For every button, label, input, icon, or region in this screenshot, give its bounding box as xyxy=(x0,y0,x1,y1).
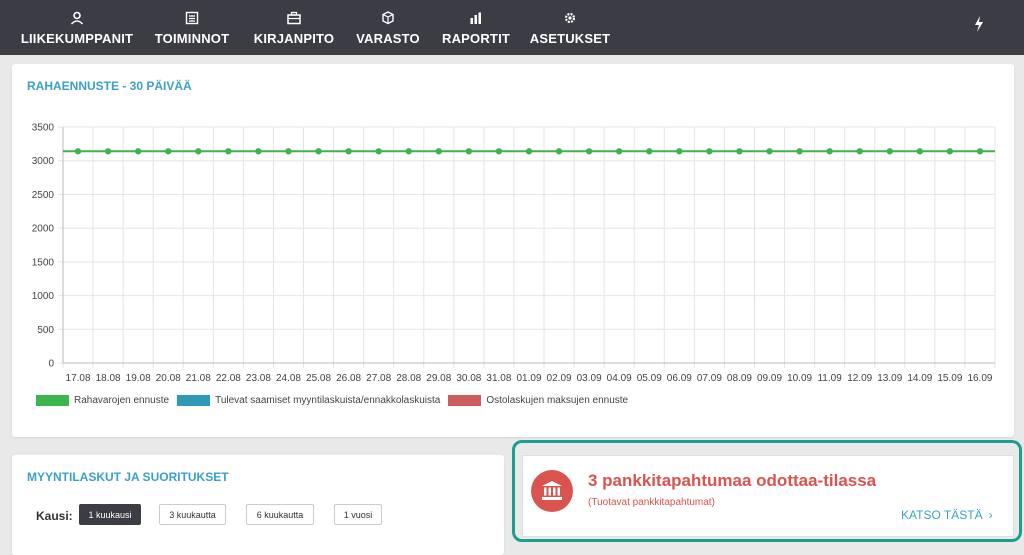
x-tick-label: 12.09 xyxy=(847,373,872,384)
x-tick-label: 30.08 xyxy=(456,373,481,384)
legend-item[interactable]: Tulevat saamiset myyntilaskuista/ennakko… xyxy=(177,395,440,406)
data-point xyxy=(706,148,713,155)
x-tick-label: 05.09 xyxy=(637,373,662,384)
x-tick-label: 25.08 xyxy=(306,373,331,384)
y-tick-label: 2000 xyxy=(32,224,55,235)
see-here-link[interactable]: KATSO TÄSTÄ › xyxy=(901,508,993,522)
legend-swatch-cash xyxy=(36,395,69,406)
x-tick-label: 29.08 xyxy=(426,373,451,384)
see-here-label: KATSO TÄSTÄ xyxy=(901,508,983,522)
chevron-right-icon: › xyxy=(988,508,993,522)
x-tick-label: 01.09 xyxy=(516,373,541,384)
data-point xyxy=(615,148,623,155)
x-tick-label: 14.09 xyxy=(907,373,932,384)
y-tick-label: 3500 xyxy=(32,123,55,134)
x-tick-label: 24.08 xyxy=(276,373,301,384)
period-3-months-button[interactable]: 3 kuukautta xyxy=(159,504,226,525)
x-tick-label: 11.09 xyxy=(817,373,842,384)
x-tick-label: 19.08 xyxy=(126,373,151,384)
x-tick-label: 27.08 xyxy=(366,373,391,384)
legend-label: Ostolaskujen maksujen ennuste xyxy=(486,395,629,406)
period-1-month-button[interactable]: 1 kuukausi xyxy=(79,504,141,525)
data-point xyxy=(165,148,172,155)
y-tick-label: 0 xyxy=(48,359,54,370)
notice-subtitle: (Tuotavat pankkitapahtumat) xyxy=(588,497,715,508)
data-point xyxy=(646,148,653,155)
x-tick-label: 08.09 xyxy=(727,373,752,384)
legend-label: Tulevat saamiset myyntilaskuista/ennakko… xyxy=(215,395,441,406)
x-tick-label: 28.08 xyxy=(396,373,421,384)
x-tick-label: 15.09 xyxy=(937,373,962,384)
data-point xyxy=(255,148,262,155)
data-point xyxy=(495,148,503,155)
x-tick-label: 13.09 xyxy=(877,373,902,384)
data-point xyxy=(555,148,563,155)
data-point xyxy=(315,148,322,155)
x-tick-label: 07.09 xyxy=(697,373,722,384)
notice-title: 3 pankkitapahtumaa odottaa-tilassa xyxy=(588,471,877,490)
data-point xyxy=(946,148,954,155)
x-tick-label: 06.09 xyxy=(667,373,692,384)
x-tick-label: 09.09 xyxy=(757,373,782,384)
x-tick-label: 18.08 xyxy=(96,373,121,384)
x-tick-label: 31.08 xyxy=(486,373,511,384)
legend-swatch-receivables xyxy=(177,395,211,406)
x-tick-label: 26.08 xyxy=(336,373,361,384)
x-tick-label: 17.08 xyxy=(66,373,91,384)
legend-label: Rahavarojen ennuste xyxy=(74,395,170,406)
data-point xyxy=(465,148,473,155)
legend-item[interactable]: Rahavarojen ennuste xyxy=(36,395,169,406)
x-tick-label: 21.08 xyxy=(186,373,211,384)
data-point xyxy=(74,148,82,155)
x-tick-label: 03.09 xyxy=(577,373,602,384)
sales-title: MYYNTILASKUT JA SUORITUKSET xyxy=(27,470,229,484)
bank-notice-card xyxy=(522,455,1014,537)
data-point xyxy=(886,148,893,155)
data-point xyxy=(826,148,833,155)
y-tick-label: 500 xyxy=(37,325,54,336)
data-point xyxy=(976,148,984,155)
data-point xyxy=(916,148,924,155)
data-point xyxy=(375,148,382,155)
data-point xyxy=(435,148,443,155)
x-tick-label: 04.09 xyxy=(607,373,632,384)
period-label: Kausi: xyxy=(36,509,73,523)
x-tick-label: 20.08 xyxy=(156,373,181,384)
legend-item[interactable]: Ostolaskujen maksujen ennuste xyxy=(448,395,628,406)
x-tick-label: 23.08 xyxy=(246,373,271,384)
x-tick-label: 22.08 xyxy=(216,373,241,384)
data-point xyxy=(585,148,593,155)
y-tick-label: 2500 xyxy=(32,190,55,201)
data-point xyxy=(405,148,412,155)
data-point xyxy=(676,148,683,155)
x-tick-label: 10.09 xyxy=(787,373,812,384)
data-point xyxy=(345,148,352,155)
y-tick-label: 1500 xyxy=(32,257,55,268)
data-point xyxy=(285,148,292,155)
data-point xyxy=(736,148,743,155)
data-point xyxy=(525,148,533,155)
data-point xyxy=(195,148,202,155)
data-point xyxy=(856,148,863,155)
period-1-year-button[interactable]: 1 vuosi xyxy=(334,504,382,525)
data-point xyxy=(766,148,773,155)
period-6-months-button[interactable]: 6 kuukautta xyxy=(246,504,314,525)
chart-legend: Rahavarojen ennuste Tulevat saamiset myy… xyxy=(36,395,636,406)
data-point xyxy=(134,148,142,155)
x-tick-label: 16.09 xyxy=(967,373,992,384)
data-point xyxy=(104,148,112,155)
data-point xyxy=(796,148,803,155)
data-point xyxy=(225,148,232,155)
y-tick-label: 1000 xyxy=(32,291,55,302)
bank-icon xyxy=(531,470,573,512)
x-tick-label: 02.09 xyxy=(547,373,572,384)
y-tick-label: 3000 xyxy=(32,156,55,167)
legend-swatch-payables xyxy=(448,395,482,406)
